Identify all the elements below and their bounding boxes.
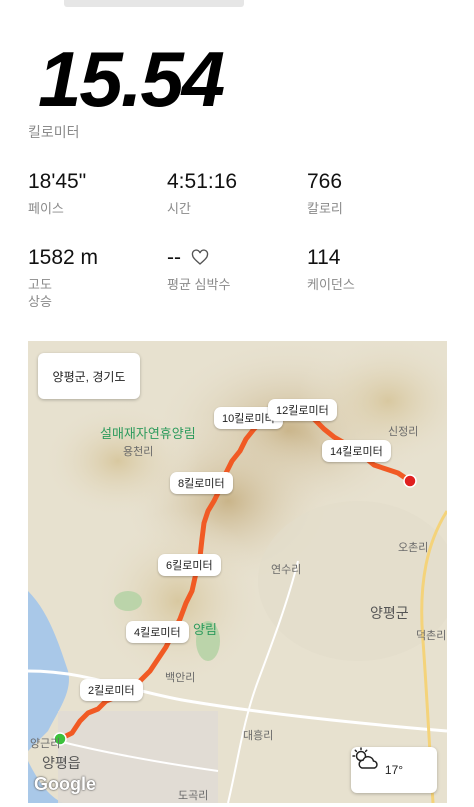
end-marker — [403, 474, 417, 488]
calories-value: 766 — [307, 170, 343, 193]
stat-pace: 18'45" 페이스 — [28, 170, 86, 217]
elevation-value: 1582 m — [28, 246, 99, 269]
distance-value: 15.54 — [38, 35, 225, 123]
sheet-handle[interactable] — [64, 0, 244, 7]
km-marker-6: 6킬로미터 — [158, 554, 221, 576]
place-deokchon: 덕촌리 — [416, 630, 447, 642]
km-marker-12: 12킬로미터 — [268, 399, 337, 421]
stat-time: 4:51:16 시간 — [167, 170, 237, 217]
place-yanggeun: 양근리 — [30, 738, 61, 750]
route-map[interactable]: 설매재자연휴양림 용천리 신정리 오촌리 연수리 양평군 덕촌리 양림 용 백안… — [28, 341, 447, 803]
partly-cloudy-icon — [352, 747, 378, 769]
place-sinjeong: 신정리 — [388, 426, 419, 438]
google-attribution[interactable]: Google — [34, 774, 96, 795]
place-yongcheon: 용천리 — [123, 446, 154, 458]
km-marker-2: 2킬로미터 — [80, 679, 143, 701]
location-chip[interactable]: 양평군, 경기도 — [38, 353, 140, 399]
cadence-value: 114 — [307, 246, 341, 269]
calories-label: 칼로리 — [307, 201, 343, 216]
place-daeheung: 대흥리 — [243, 730, 274, 742]
pace-label: 페이스 — [28, 201, 64, 216]
elevation-label-line1: 고도 — [28, 277, 52, 292]
cadence-label: 케이던스 — [307, 277, 355, 292]
elevation-label-line2: 상승 — [28, 294, 52, 309]
elevation-label: 고도 상승 — [28, 276, 98, 310]
heart-icon — [191, 249, 209, 265]
place-yangpyeong-gun: 양평군 — [370, 605, 409, 621]
pace-value: 18'45" — [28, 170, 87, 193]
distance-unit: 킬로미터 — [28, 124, 80, 140]
km-marker-4: 4킬로미터 — [126, 621, 189, 643]
weather-temp: 17° — [384, 763, 404, 777]
place-doguk: 도곡리 — [178, 790, 209, 802]
km-marker-14: 14킬로미터 — [322, 440, 391, 462]
time-value: 4:51:16 — [167, 170, 238, 193]
place-forest2: 양림 — [193, 622, 217, 637]
time-label: 시간 — [167, 201, 191, 216]
stat-heart-rate: -- 평균 심박수 — [167, 246, 230, 293]
heart-rate-value: -- — [167, 246, 181, 269]
heart-rate-label: 평균 심박수 — [167, 277, 231, 292]
stat-cadence: 114 케이던스 — [307, 246, 355, 293]
place-yangpyeong-eup: 양평읍 — [42, 755, 81, 771]
stat-elevation: 1582 m 고도 상승 — [28, 246, 98, 310]
km-marker-8: 8킬로미터 — [170, 472, 233, 494]
weather-chip: 17° — [351, 747, 437, 793]
place-baekan: 백안리 — [165, 672, 196, 684]
place-forest: 설매재자연휴양림 — [100, 426, 196, 441]
place-ochon: 오촌리 — [398, 542, 429, 554]
place-yeonsu: 연수리 — [271, 564, 302, 576]
stat-calories: 766 칼로리 — [307, 170, 343, 217]
